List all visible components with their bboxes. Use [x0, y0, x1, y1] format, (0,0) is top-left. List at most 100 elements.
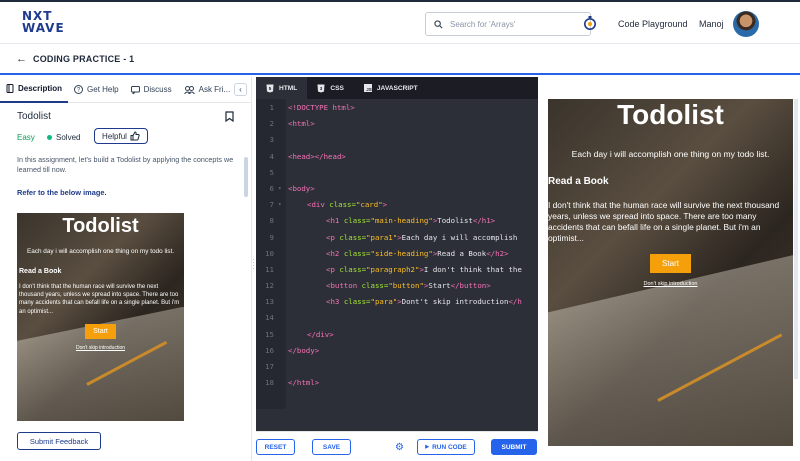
preview-side-heading: Read a Book [548, 176, 609, 187]
nxtwave-logo[interactable]: NXT WAVE [22, 10, 65, 34]
code-line[interactable]: 7 ▾ <div class="card"> [256, 197, 538, 213]
run-code-button[interactable]: ▶ RUN CODE [417, 439, 475, 455]
preview-scrollbar[interactable] [794, 99, 798, 379]
example-side-heading: Read a Book [19, 268, 62, 275]
reset-button[interactable]: RESET [256, 439, 295, 455]
code-line[interactable]: 8 <h1 class="main-heading">Todolist</h1> [256, 213, 538, 229]
tab-get-help[interactable]: ? Get Help [68, 77, 125, 103]
line-number: 18 [265, 378, 274, 388]
tab-ask-friends[interactable]: Ask Fri... [178, 77, 237, 103]
fold-arrow-icon[interactable]: ▾ [278, 181, 286, 197]
preview-start-button[interactable]: Start [650, 254, 691, 273]
code-text: <body> [288, 183, 315, 193]
code-line[interactable]: 1 <!DOCTYPE html> [256, 100, 538, 116]
submit-feedback-button[interactable]: Submit Feedback [17, 432, 101, 450]
preview-link[interactable]: Don't skip introduction [548, 281, 793, 287]
line-number: 16 [265, 345, 274, 355]
line-number: 4 [269, 151, 274, 161]
code-line[interactable]: 14 [256, 310, 538, 326]
tab-label: Description [18, 84, 63, 93]
run-label: RUN CODE [432, 443, 467, 451]
example-paragraph2: I don't think that the human race will s… [19, 284, 180, 315]
line-number: 10 [265, 248, 274, 258]
code-text: <head></head> [288, 151, 346, 161]
code-line[interactable]: 12 <button class="button">Start</button> [256, 278, 538, 294]
tab-css[interactable]: 3 CSS [307, 77, 354, 99]
code-line[interactable]: 16 </body> [256, 343, 538, 359]
bookmark-icon[interactable] [225, 111, 234, 122]
left-scrollbar[interactable] [244, 157, 248, 197]
line-number: 6 [269, 183, 274, 193]
code-line[interactable]: 6 ▾ <body> [256, 181, 538, 197]
tab-discuss[interactable]: Discuss [125, 77, 178, 103]
preview-paragraph2: I don't think that the human race will s… [548, 200, 780, 243]
tab-html[interactable]: 5 HTML [256, 77, 308, 99]
problem-title: Todolist [17, 111, 51, 122]
submit-button[interactable]: SUBMIT [491, 439, 537, 455]
code-line[interactable]: 9 <p class="para1">Each day i will accomp… [256, 230, 538, 246]
code-text: </body> [288, 345, 320, 355]
timer-icon[interactable] [583, 15, 597, 31]
code-line[interactable]: 17 [256, 359, 538, 375]
fold-space [278, 278, 286, 294]
line-number: 14 [265, 313, 274, 323]
example-para1: Each day i will accomplish one thing on … [26, 248, 175, 255]
avatar[interactable] [733, 11, 759, 37]
arrow-left-icon[interactable]: ← [16, 53, 27, 65]
tab-javascript[interactable]: JS JAVASCRIPT [354, 77, 428, 99]
practice-header: ← CODING PRACTICE - 1 [0, 44, 800, 75]
page-title: CODING PRACTICE - 1 [33, 54, 135, 64]
tab-label: CSS [330, 84, 344, 92]
fold-space [278, 100, 286, 116]
save-button[interactable]: SAVE [312, 439, 351, 455]
chat-icon [130, 85, 140, 94]
code-text: <div class="card"> [307, 200, 388, 210]
example-link: Don't skip introduction [75, 344, 126, 351]
code-text: </div> [307, 329, 334, 339]
code-line[interactable]: 3 [256, 132, 538, 148]
tab-description[interactable]: Description [0, 77, 69, 103]
code-playground-link[interactable]: Code Playground [618, 19, 688, 29]
helpful-button[interactable]: Helpful [94, 128, 148, 144]
code-line[interactable]: 2 <html> [256, 116, 538, 132]
css3-icon: 3 [317, 84, 325, 92]
code-line[interactable]: 10 <h2 class="side-heading">Read a Book</… [256, 246, 538, 262]
status-label: Solved [56, 133, 81, 142]
fold-space [278, 375, 286, 391]
tab-label: HTML [279, 84, 298, 92]
refer-text: Refer to the below image. [17, 188, 107, 197]
fold-space [278, 310, 286, 326]
gear-icon[interactable]: ⚙ [395, 442, 404, 453]
user-name[interactable]: Manoj [699, 19, 724, 29]
preview-card: Todolist Each day i will accomplish one … [548, 99, 793, 446]
tab-label: Get Help [87, 85, 119, 94]
search-input[interactable]: Search for 'Arrays' [425, 12, 591, 36]
search-icon [434, 19, 443, 28]
code-line[interactable]: 11 <p class="paragraph2">I don't think th… [256, 262, 538, 278]
people-icon [183, 85, 195, 94]
fold-space [278, 262, 286, 278]
html5-icon: 5 [266, 84, 274, 92]
solved-dot-icon [47, 135, 52, 140]
code-line[interactable]: 13 <h3 class="para">Dont't skip introduct… [256, 294, 538, 310]
line-number: 5 [269, 167, 274, 177]
code-text: <p class="paragraph2">I don't think that… [326, 264, 522, 274]
code-line[interactable]: 5 [256, 165, 538, 181]
code-text: <h1 class="main-heading">Todolist</h1> [326, 216, 496, 226]
difficulty-badge: Easy [17, 133, 35, 142]
fold-space [278, 246, 286, 262]
helpful-label: Helpful [102, 131, 127, 141]
chevron-left-icon: ‹ [239, 85, 242, 94]
code-line[interactable]: 18 </html> [256, 375, 538, 391]
code-line[interactable]: 4 <head></head> [256, 149, 538, 165]
code-line[interactable]: 15 </div> [256, 327, 538, 343]
code-area[interactable]: 1 <!DOCTYPE html> 2 <html> 3 4 <head></head> 5 6… [256, 100, 538, 391]
fold-arrow-icon[interactable]: ▾ [278, 197, 286, 213]
fold-space [278, 294, 286, 310]
code-text: <!DOCTYPE html> [288, 103, 355, 112]
logo-line2: WAVE [22, 21, 65, 35]
collapse-panel-button[interactable]: ‹ [234, 83, 247, 96]
left-resize-handle[interactable]: · · · · [252, 256, 255, 273]
